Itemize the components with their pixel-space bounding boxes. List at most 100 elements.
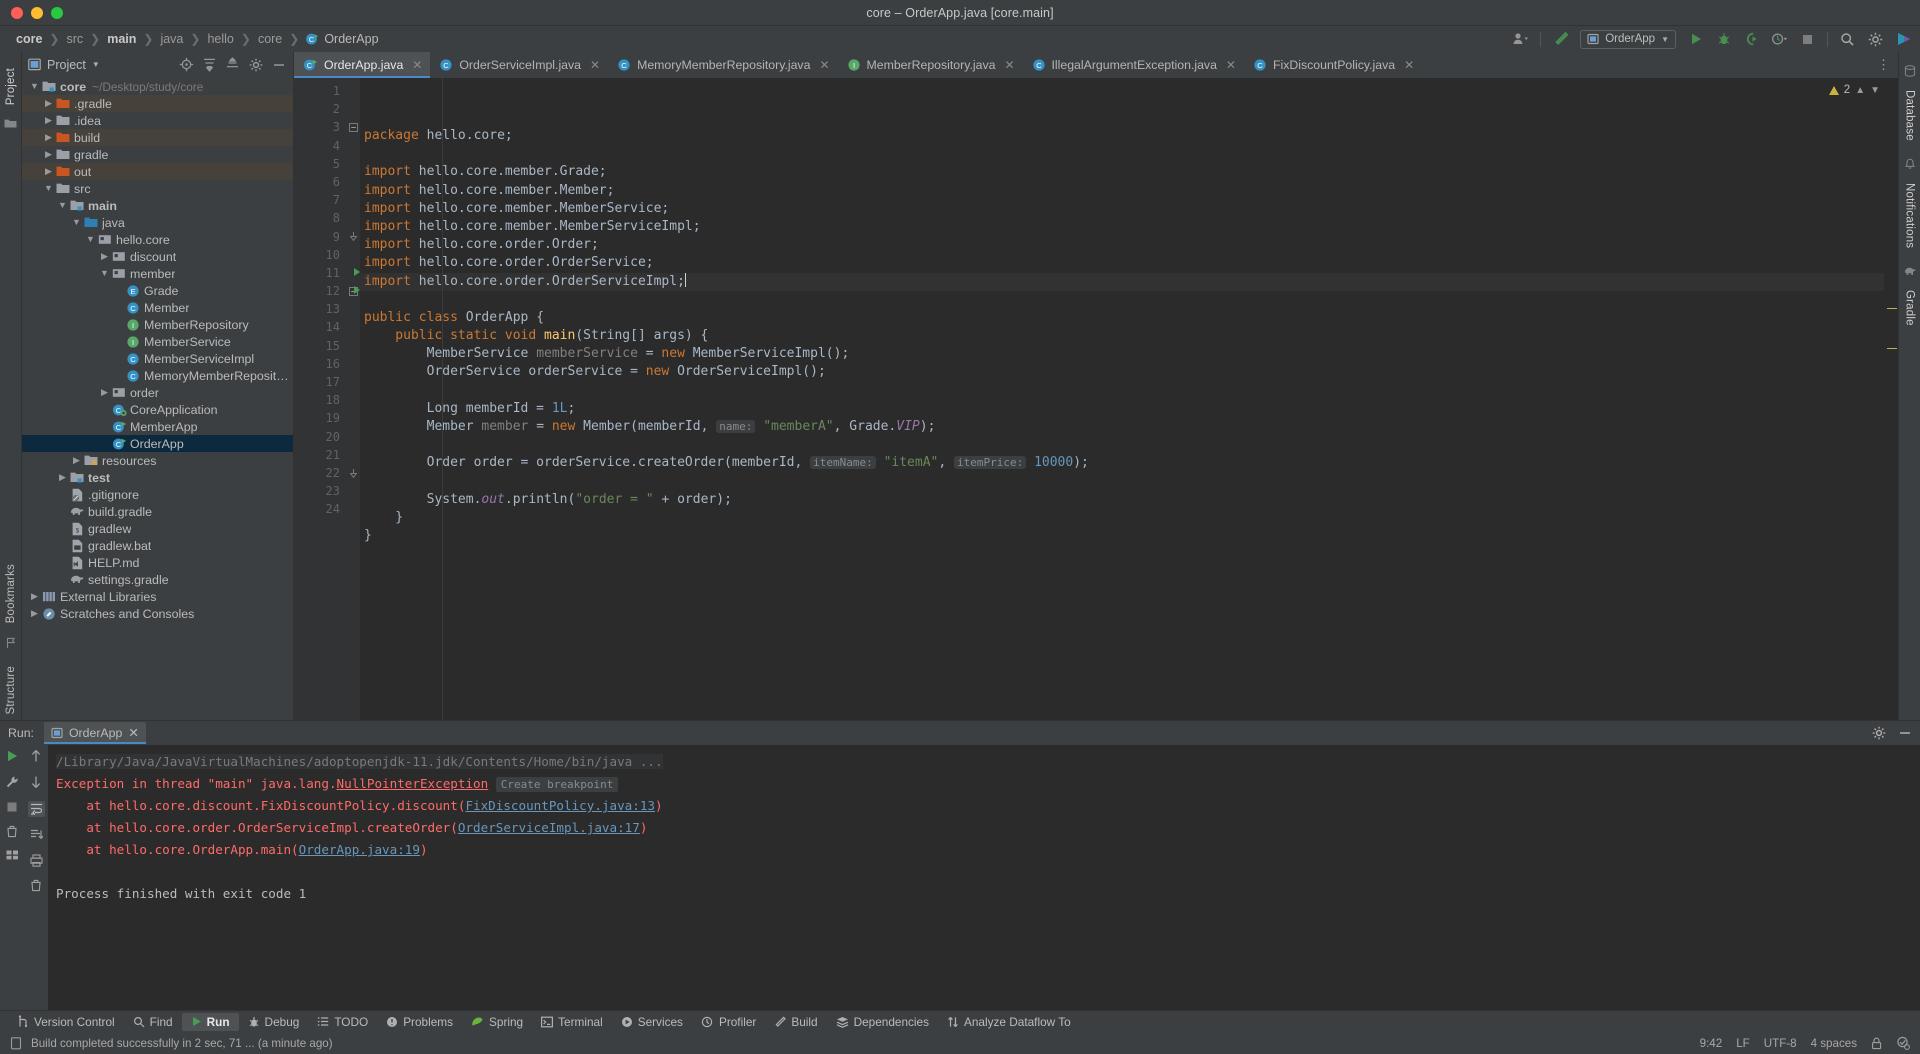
inspection-nav[interactable]: ▲ ▼ xyxy=(1855,85,1880,96)
gutter-line-21[interactable]: 21 xyxy=(294,446,346,464)
code-line-17[interactable]: Member member = new Member(memberId, nam… xyxy=(360,418,1884,436)
locate-icon[interactable] xyxy=(178,56,195,73)
code-line-21[interactable]: System.out.println("order = " + order); xyxy=(360,491,1884,509)
rail-item-structure[interactable]: Structure xyxy=(5,656,17,720)
rail-item-notifications[interactable]: Notifications xyxy=(1904,177,1916,258)
tree-item-scratches-and-consoles[interactable]: ▶ Scratches and Consoles xyxy=(22,605,293,622)
project-tree[interactable]: ▼ core ~/Desktop/study/core ▶ .gradle ▶ .idea ▶… xyxy=(22,77,293,720)
editor-tab-memberrepository-java[interactable]: I MemberRepository.java ✕ xyxy=(838,52,1023,78)
code-line-9[interactable]: import hello.core.order.OrderServiceImpl… xyxy=(360,272,1884,291)
breadcrumb-item-0[interactable]: core xyxy=(10,32,48,46)
editor-tab-orderapp-java[interactable]: C OrderApp.java ✕ xyxy=(294,52,431,78)
code-line-12[interactable]: public static void main(String[] args) { xyxy=(360,327,1884,345)
stack-frame-link[interactable]: FixDiscountPolicy.java:13 xyxy=(465,798,655,813)
line-number-gutter[interactable]: 1 2 3 4 5 6 7 8 9 10 11 12 13 14 15 16 17 18 19 20 21 22 23 24 xyxy=(294,78,360,720)
rail-item-gradle[interactable]: Gradle xyxy=(1904,284,1916,336)
notifications-bell-icon[interactable] xyxy=(1904,158,1916,170)
code-line-11[interactable]: public class OrderApp { xyxy=(360,309,1884,327)
tree-item-orderapp[interactable]: C OrderApp xyxy=(22,435,293,452)
chevron-down-icon[interactable]: ▼ xyxy=(58,201,67,210)
user-icon[interactable] xyxy=(1512,31,1529,48)
debug-icon[interactable] xyxy=(1715,31,1732,48)
tool-window-button-spring[interactable]: Spring xyxy=(462,1013,532,1031)
editor-tab-bar[interactable]: C OrderApp.java ✕ C OrderServiceImpl.java ✕ C M… xyxy=(294,52,1898,78)
chevron-right-icon[interactable]: ▶ xyxy=(59,473,66,482)
tool-window-button-services[interactable]: Services xyxy=(612,1013,692,1031)
tree-item-gradlew-bat[interactable]: gradlew.bat xyxy=(22,537,293,554)
chevron-right-icon[interactable]: ▶ xyxy=(45,116,52,125)
gutter-line-18[interactable]: 18 xyxy=(294,391,346,409)
settings-gear-icon[interactable] xyxy=(1867,31,1884,48)
code-line-19[interactable]: Order order = orderService.createOrder(m… xyxy=(360,454,1884,472)
code-line-15[interactable] xyxy=(360,382,1884,400)
tree-item-gradle[interactable]: ▶ gradle xyxy=(22,146,293,163)
code-line-18[interactable] xyxy=(360,436,1884,454)
gradle-elephant-icon[interactable] xyxy=(1904,265,1916,277)
chevron-right-icon[interactable]: ▶ xyxy=(45,150,52,159)
code-line-16[interactable]: Long memberId = 1L; xyxy=(360,400,1884,418)
close-icon[interactable]: ✕ xyxy=(1226,58,1236,72)
gutter-line-23[interactable]: 23 xyxy=(294,482,346,500)
create-breakpoint-chip[interactable]: Create breakpoint xyxy=(495,777,619,792)
breadcrumb-item-2[interactable]: main xyxy=(101,32,142,46)
clear-all-icon[interactable] xyxy=(30,879,42,892)
project-title-group[interactable]: Project ▼ xyxy=(28,58,100,72)
code-line-20[interactable] xyxy=(360,473,1884,491)
tree-item-gradlew[interactable]: $ gradlew xyxy=(22,520,293,537)
rail-item-project[interactable]: Project xyxy=(5,58,17,111)
gutter-line-20[interactable]: 20 xyxy=(294,428,346,446)
chevron-down-icon[interactable]: ▼ xyxy=(86,235,95,244)
more-options-icon[interactable]: ⋮ xyxy=(1877,57,1890,73)
fold-marker-end[interactable] xyxy=(346,228,360,246)
tree-expander[interactable]: ▶ xyxy=(42,99,55,108)
tree-item-src[interactable]: ▼ src xyxy=(22,180,293,197)
gutter-line-6[interactable]: 6 xyxy=(294,173,346,191)
gutter-line-4[interactable]: 4 xyxy=(294,137,346,155)
gutter-line-11[interactable]: 11 xyxy=(294,264,360,282)
code-line-24[interactable] xyxy=(360,545,1884,563)
tool-window-button-version-control[interactable]: Version Control xyxy=(8,1013,124,1031)
code-line-1[interactable]: package hello.core; xyxy=(360,127,1884,145)
stop-icon[interactable] xyxy=(1799,31,1816,48)
tree-item-grade[interactable]: E Grade xyxy=(22,282,293,299)
gutter-line-5[interactable]: 5 xyxy=(294,155,346,173)
chevron-right-icon[interactable]: ▶ xyxy=(101,388,108,397)
tree-item-settings-gradle[interactable]: settings.gradle xyxy=(22,571,293,588)
gutter-line-13[interactable]: 13 xyxy=(294,300,346,318)
tool-window-button-run[interactable]: Run xyxy=(181,1012,239,1031)
chevron-right-icon[interactable]: ▶ xyxy=(45,167,52,176)
tool-window-button-profiler[interactable]: Profiler xyxy=(692,1013,765,1031)
code-editor[interactable]: 1 2 3 4 5 6 7 8 9 10 11 12 13 14 15 16 17 18 19 20 21 22 23 24 … xyxy=(294,78,1898,720)
code-line-13[interactable]: MemberService memberService = new Member… xyxy=(360,345,1884,363)
print-icon[interactable] xyxy=(29,854,43,867)
code-line-4[interactable]: import hello.core.member.Member; xyxy=(360,182,1884,200)
breadcrumb-item-5[interactable]: core xyxy=(252,32,288,46)
tree-expander[interactable]: ▶ xyxy=(28,609,41,618)
tree-item-java[interactable]: ▼ java xyxy=(22,214,293,231)
chevron-right-icon[interactable]: ▶ xyxy=(101,252,108,261)
tree-expander[interactable]: ▼ xyxy=(70,218,83,227)
tool-window-button-problems[interactable]: Problems xyxy=(377,1013,462,1031)
tree-expander[interactable]: ▶ xyxy=(42,116,55,125)
code-line-3[interactable]: import hello.core.member.Grade; xyxy=(360,163,1884,181)
chevron-up-icon[interactable]: ▲ xyxy=(1855,85,1865,96)
rail-item-database[interactable]: Database xyxy=(1904,84,1916,151)
chevron-right-icon[interactable]: ▶ xyxy=(45,99,52,108)
editor-tab-fixdiscountpolicy-java[interactable]: C FixDiscountPolicy.java ✕ xyxy=(1244,52,1422,78)
chevron-down-icon[interactable]: ▼ xyxy=(100,269,109,278)
close-icon[interactable]: ✕ xyxy=(1004,58,1014,72)
gutter-line-22[interactable]: 22 xyxy=(294,464,346,482)
breadcrumb-item-3[interactable]: java xyxy=(154,32,189,46)
stop-icon[interactable] xyxy=(6,801,18,813)
tree-item-build-gradle[interactable]: build.gradle xyxy=(22,503,293,520)
code-text[interactable]: package hello.core; import hello.core.me… xyxy=(360,78,1884,720)
gutter-line-12[interactable]: 12 xyxy=(294,282,360,300)
window-controls[interactable] xyxy=(11,7,63,19)
tree-item-memberapp[interactable]: C MemberApp xyxy=(22,418,293,435)
tree-item--gradle[interactable]: ▶ .gradle xyxy=(22,95,293,112)
code-line-23[interactable]: } xyxy=(360,527,1884,545)
close-icon[interactable]: ✕ xyxy=(128,726,138,740)
chevron-right-icon[interactable]: ▶ xyxy=(73,456,80,465)
tool-window-button-find[interactable]: Find xyxy=(124,1013,182,1031)
hide-panel-icon[interactable] xyxy=(1898,726,1912,740)
